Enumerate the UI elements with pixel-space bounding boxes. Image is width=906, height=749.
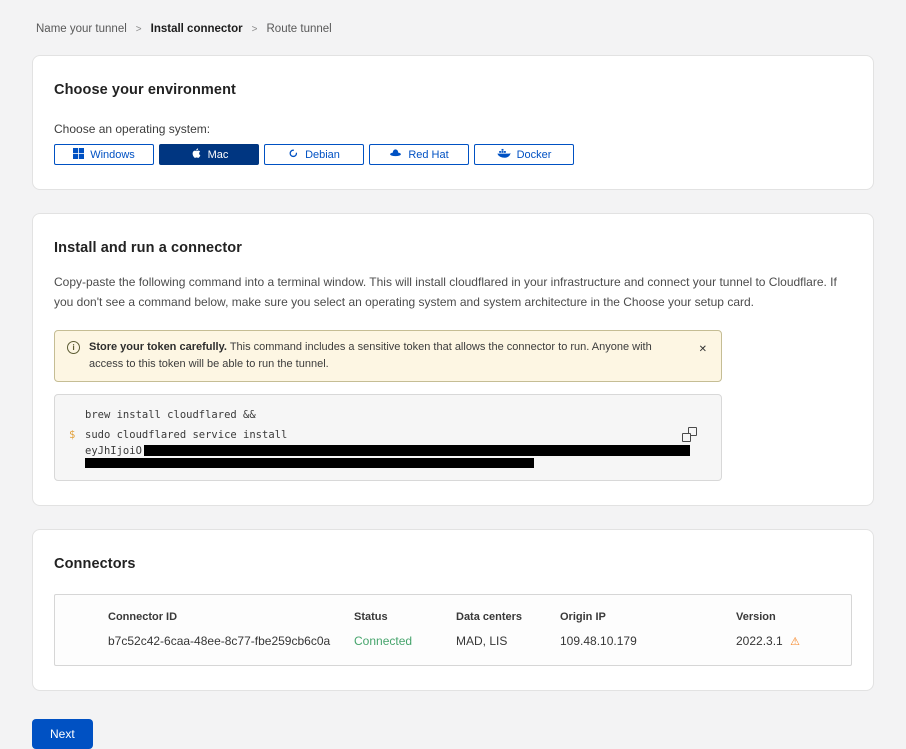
redacted-token-bar: [85, 458, 534, 468]
connectors-card-title: Connectors: [54, 556, 852, 572]
breadcrumb-step-install-connector[interactable]: Install connector: [151, 23, 243, 35]
info-icon: i: [67, 341, 80, 354]
install-command-code-block: brew install cloudflared && $ sudo cloud…: [54, 394, 722, 481]
os-button-label: Mac: [208, 149, 229, 161]
install-connector-card: Install and run a connector Copy-paste t…: [32, 213, 874, 506]
version-warning-icon: ⚠: [790, 636, 800, 648]
copy-icon[interactable]: [682, 427, 697, 442]
breadcrumb-step-route-tunnel[interactable]: Route tunnel: [267, 23, 332, 35]
os-button-redhat[interactable]: Red Hat: [369, 144, 469, 165]
environment-card: Choose your environment Choose an operat…: [32, 55, 874, 190]
redhat-icon: [389, 148, 402, 161]
column-header-origin-ip: Origin IP: [560, 611, 736, 623]
column-header-status: Status: [354, 611, 456, 623]
connectors-table: Connector ID Status Data centers Origin …: [54, 594, 852, 666]
breadcrumb-separator: >: [136, 24, 142, 35]
apple-icon: [190, 147, 202, 162]
connectors-card: Connectors Connector ID Status Data cent…: [32, 529, 874, 691]
os-button-label: Debian: [305, 149, 340, 161]
close-icon[interactable]: ✕: [695, 341, 711, 358]
cell-version: 2022.3.1 ⚠: [736, 634, 851, 648]
windows-icon: [73, 148, 84, 162]
environment-card-title: Choose your environment: [54, 82, 852, 98]
token-warning-banner: i Store your token carefully. This comma…: [54, 330, 722, 382]
os-button-mac[interactable]: Mac: [159, 144, 259, 165]
install-description: Copy-paste the following command into a …: [54, 272, 850, 313]
column-header-version: Version: [736, 611, 851, 623]
column-header-connector-id: Connector ID: [108, 611, 354, 623]
breadcrumb: Name your tunnel > Install connector > R…: [0, 0, 906, 55]
code-line: brew install cloudflared &&: [69, 405, 707, 425]
redacted-token-bar: [144, 445, 690, 456]
code-text: sudo cloudflared service install: [85, 425, 287, 445]
code-text: brew install cloudflared &&: [85, 405, 256, 425]
os-button-docker[interactable]: Docker: [474, 144, 574, 165]
code-line-token: [69, 457, 707, 468]
os-select-label: Choose an operating system:: [54, 122, 852, 136]
breadcrumb-step-name-your-tunnel[interactable]: Name your tunnel: [36, 23, 127, 35]
cell-connector-id: b7c52c42-6caa-48ee-8c77-fbe259cb6c0a: [108, 634, 354, 648]
token-prefix: eyJhIjoiO: [85, 445, 142, 457]
token-warning-text: Store your token carefully. This command…: [89, 339, 686, 373]
status-badge: Connected: [354, 634, 456, 648]
code-gutter: [69, 445, 85, 457]
code-line: $ sudo cloudflared service install: [69, 425, 707, 445]
column-header-data-centers: Data centers: [456, 611, 560, 623]
os-button-label: Windows: [90, 149, 135, 161]
os-button-label: Red Hat: [408, 149, 448, 161]
cell-data-centers: MAD, LIS: [456, 634, 560, 648]
cell-origin-ip: 109.48.10.179: [560, 634, 736, 648]
shell-prompt: $: [69, 425, 85, 445]
breadcrumb-separator: >: [252, 24, 258, 35]
os-button-label: Docker: [517, 149, 552, 161]
next-button[interactable]: Next: [32, 719, 93, 749]
os-button-group: Windows Mac Debian: [54, 144, 852, 165]
os-button-windows[interactable]: Windows: [54, 144, 154, 165]
docker-icon: [497, 148, 511, 162]
token-warning-title: Store your token carefully.: [89, 341, 227, 353]
code-gutter: [69, 457, 85, 468]
code-gutter: [69, 405, 85, 425]
table-header-row: Connector ID Status Data centers Origin …: [55, 611, 851, 623]
debian-icon: [288, 148, 299, 162]
version-value: 2022.3.1: [736, 634, 783, 648]
os-button-debian[interactable]: Debian: [264, 144, 364, 165]
table-row: b7c52c42-6caa-48ee-8c77-fbe259cb6c0a Con…: [55, 634, 851, 648]
install-card-title: Install and run a connector: [54, 240, 852, 256]
code-line-token: eyJhIjoiO: [69, 445, 707, 457]
